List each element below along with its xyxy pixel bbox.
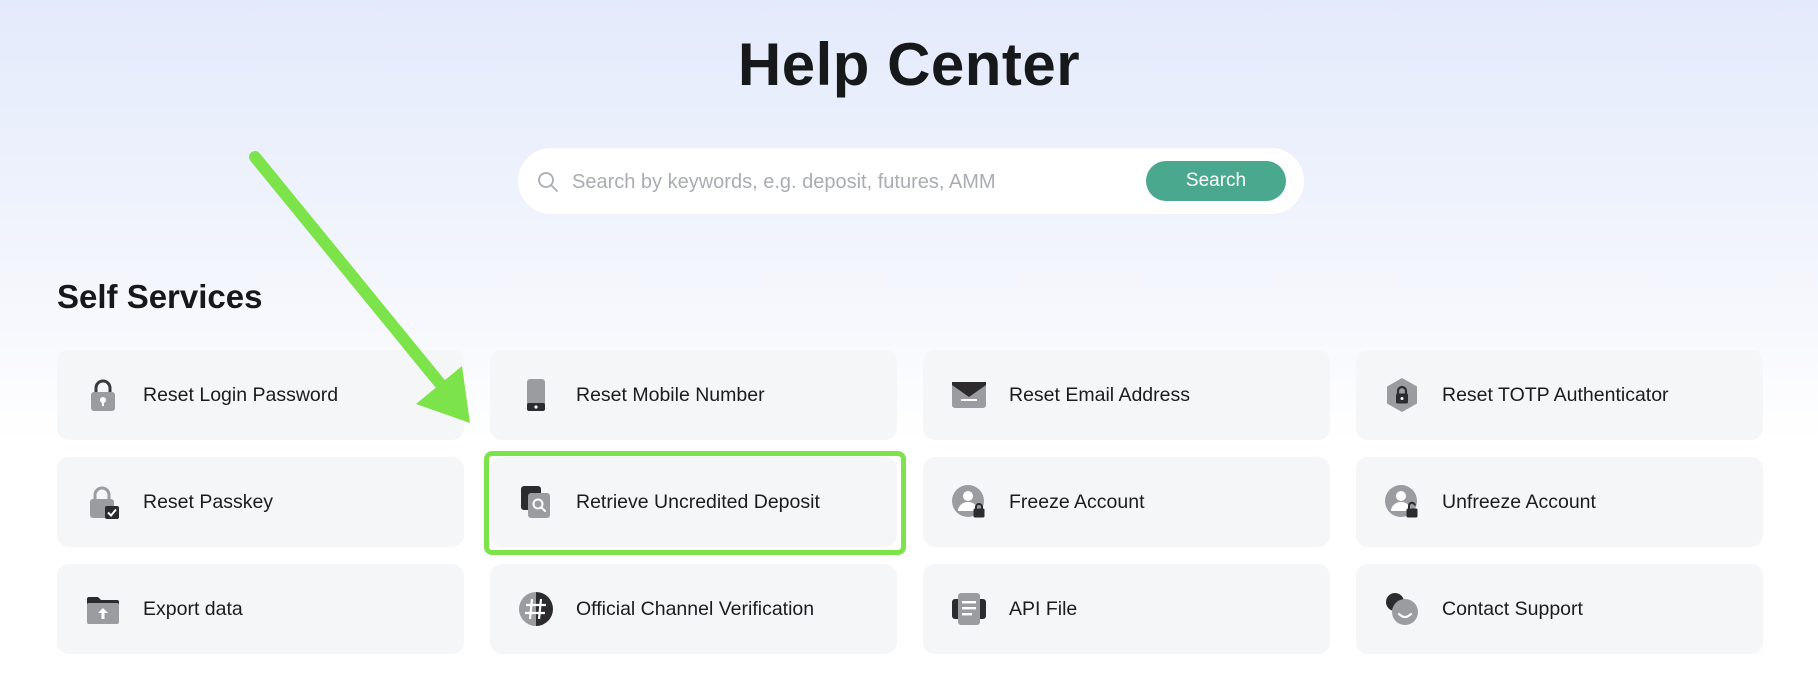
search-icon: [536, 170, 560, 194]
self-services-grid: Reset Login Password Reset Mobile Number…: [57, 350, 1763, 654]
service-label: Contact Support: [1442, 598, 1583, 620]
service-label: Reset Login Password: [143, 384, 339, 406]
service-card-reset-mobile-number[interactable]: Reset Mobile Number: [490, 350, 897, 440]
mobile-phone-icon: [518, 377, 554, 413]
service-card-unfreeze-account[interactable]: Unfreeze Account: [1356, 457, 1763, 547]
folder-upload-icon: [85, 591, 121, 627]
lock-check-icon: [85, 484, 121, 520]
service-label: Reset Email Address: [1009, 384, 1190, 406]
hash-badge-icon: [518, 591, 554, 627]
service-label: Retrieve Uncredited Deposit: [576, 491, 820, 513]
section-title-self-services: Self Services: [57, 278, 263, 315]
service-card-export-data[interactable]: Export data: [57, 564, 464, 654]
search-input[interactable]: [570, 160, 1154, 204]
page-title: Help Center: [737, 31, 1081, 98]
search-button[interactable]: Search: [1146, 161, 1286, 201]
user-unlock-icon: [1384, 484, 1420, 520]
service-card-reset-email-address[interactable]: Reset Email Address: [923, 350, 1330, 440]
service-card-api-file[interactable]: API File: [923, 564, 1330, 654]
service-card-reset-totp-authenticator[interactable]: Reset TOTP Authenticator: [1356, 350, 1763, 440]
file-lines-icon: [951, 591, 987, 627]
user-lock-icon: [951, 484, 987, 520]
service-label: Export data: [143, 598, 243, 620]
chat-bubble-icon: [1384, 591, 1420, 627]
service-label: Freeze Account: [1009, 491, 1145, 513]
service-label: Reset Passkey: [143, 491, 274, 513]
service-label: Reset TOTP Authenticator: [1442, 384, 1669, 406]
service-label: Unfreeze Account: [1442, 491, 1596, 513]
service-card-retrieve-uncredited-deposit[interactable]: Retrieve Uncredited Deposit: [490, 457, 897, 547]
padlock-icon: [85, 377, 121, 413]
hexagon-lock-icon: [1384, 377, 1420, 413]
document-search-icon: [518, 484, 554, 520]
service-label: API File: [1009, 598, 1078, 620]
search-bar: Search: [518, 148, 1304, 214]
service-card-freeze-account[interactable]: Freeze Account: [923, 457, 1330, 547]
envelope-icon: [951, 377, 987, 413]
service-card-reset-passkey[interactable]: Reset Passkey: [57, 457, 464, 547]
service-label: Official Channel Verification: [576, 598, 815, 620]
service-card-official-channel-verification[interactable]: Official Channel Verification: [490, 564, 897, 654]
service-card-reset-login-password[interactable]: Reset Login Password: [57, 350, 464, 440]
service-card-contact-support[interactable]: Contact Support: [1356, 564, 1763, 654]
service-label: Reset Mobile Number: [576, 384, 765, 406]
